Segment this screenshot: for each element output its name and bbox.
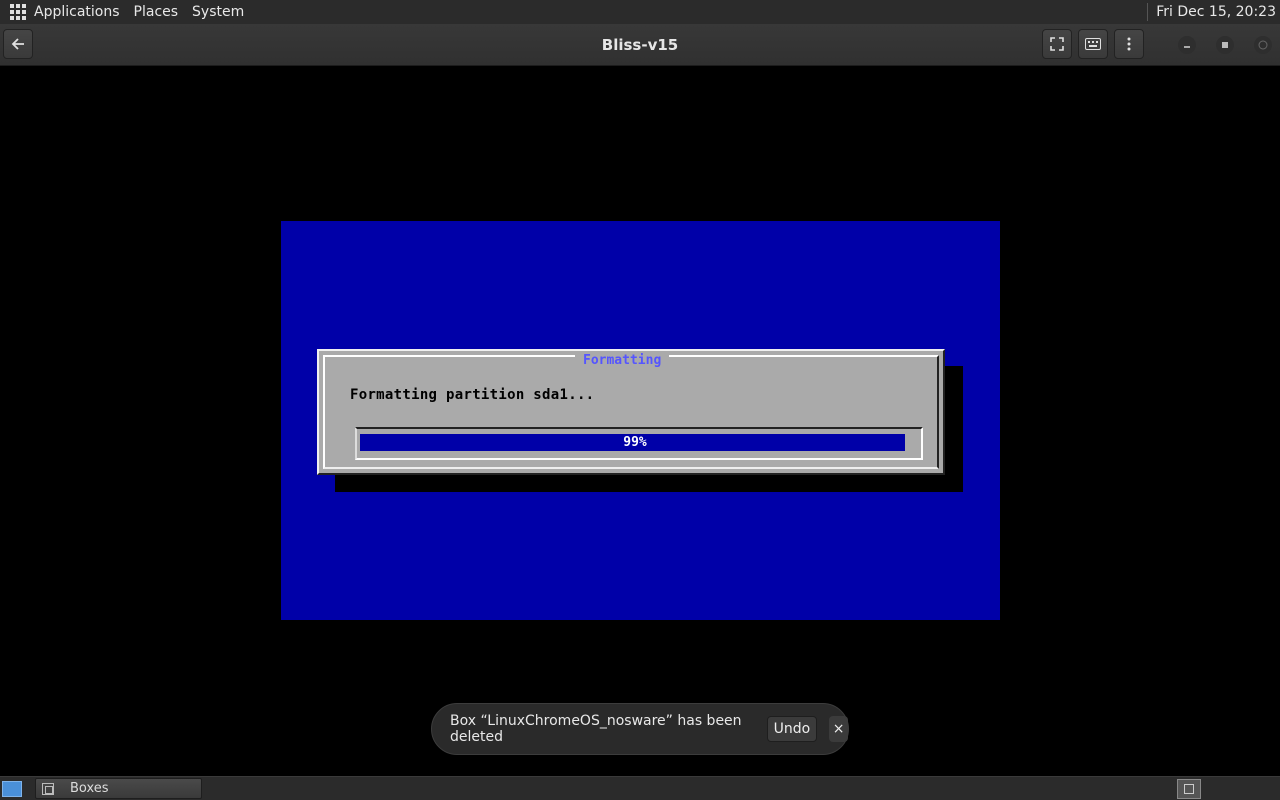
fullscreen-icon	[1050, 37, 1064, 51]
keyboard-icon	[1085, 38, 1101, 50]
back-button[interactable]	[3, 29, 33, 59]
workspace-switcher[interactable]	[1177, 779, 1201, 799]
toast-close-button[interactable]: ×	[829, 716, 848, 742]
close-icon: ×	[832, 721, 845, 737]
undo-button[interactable]: Undo	[766, 716, 818, 742]
taskbar-item-label: Boxes	[70, 781, 109, 796]
window-title: Bliss-v15	[601, 36, 679, 54]
close-window-button[interactable]	[1254, 36, 1272, 54]
progress-box: 99%	[355, 427, 923, 460]
dialog-message: Formatting partition sda1...	[350, 387, 595, 403]
formatting-dialog: Formatting Formatting partition sda1... …	[317, 349, 945, 475]
workspace-icon	[1184, 784, 1194, 794]
progress-label: 99%	[623, 435, 647, 450]
keyboard-button[interactable]	[1078, 29, 1108, 59]
menu-system[interactable]: System	[192, 4, 244, 20]
panel-separator	[1147, 3, 1149, 21]
kebab-menu-icon	[1127, 37, 1131, 51]
maximize-icon	[1222, 42, 1228, 48]
notification-toast: Box “LinuxChromeOS_nosware” has been del…	[431, 703, 849, 755]
minimize-button[interactable]	[1178, 36, 1196, 54]
dialog-title: Formatting	[575, 353, 670, 368]
minimize-icon	[1184, 46, 1190, 48]
taskbar: Boxes	[0, 776, 1280, 800]
show-desktop-button[interactable]	[2, 781, 22, 797]
taskbar-item-boxes[interactable]: Boxes	[35, 778, 202, 799]
boxes-app-icon	[42, 782, 54, 795]
menu-applications[interactable]: Applications	[34, 4, 120, 20]
menu-places[interactable]: Places	[134, 4, 179, 20]
dialog-frame: Formatting Formatting partition sda1... …	[323, 353, 939, 469]
close-window-icon	[1258, 40, 1268, 50]
maximize-button[interactable]	[1216, 36, 1234, 54]
clock[interactable]: Fri Dec 15, 20:23	[1156, 4, 1276, 20]
header-bar: Bliss-v15	[0, 24, 1280, 66]
top-panel: Applications Places System Fri Dec 15, 2…	[0, 0, 1280, 24]
progress-track: 99%	[360, 434, 910, 451]
apps-grid-icon[interactable]	[10, 4, 26, 20]
menu-button[interactable]	[1114, 29, 1144, 59]
toast-message: Box “LinuxChromeOS_nosware” has been del…	[450, 713, 742, 745]
fullscreen-button[interactable]	[1042, 29, 1072, 59]
back-arrow-icon	[11, 38, 24, 50]
